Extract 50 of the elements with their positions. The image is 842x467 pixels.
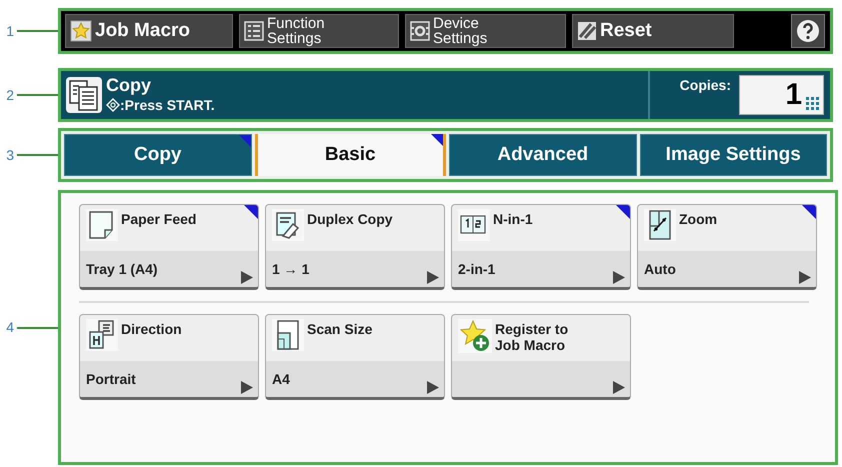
scan-area-icon — [272, 319, 304, 351]
leader-line — [17, 326, 58, 328]
play-arrow-icon — [798, 270, 812, 284]
setting-tile[interactable]: Direction Portrait — [79, 314, 259, 400]
slash-icon — [577, 21, 597, 41]
play-arrow-icon — [240, 270, 254, 284]
toolbar-button[interactable]: Function Settings — [239, 14, 399, 48]
play-arrow-icon — [612, 380, 626, 394]
list-icon — [244, 21, 264, 41]
setting-tile[interactable]: Scan Size A4 — [265, 314, 445, 400]
toolbar-button[interactable]: Job Macro — [65, 14, 233, 48]
gear-icon — [410, 21, 430, 41]
direction-icon — [86, 319, 118, 351]
leader-line — [17, 154, 58, 156]
status-message: :Press START. — [120, 96, 215, 114]
copy-icon — [65, 76, 103, 114]
setting-tile[interactable]: Paper Feed Tray 1 (A4) — [79, 204, 259, 290]
toolbar-button[interactable]: Reset — [572, 14, 734, 48]
help-icon — [796, 19, 820, 43]
star-plus-icon — [458, 319, 492, 353]
setting-tile[interactable]: Duplex Copy 1 → 1 — [265, 204, 445, 290]
tab[interactable]: Basic — [254, 134, 446, 176]
setting-tile[interactable]: Register to Job Macro — [451, 314, 631, 400]
copies-field[interactable]: 1 — [739, 75, 824, 115]
keypad-icon — [806, 97, 820, 111]
tab[interactable]: Advanced — [449, 134, 636, 176]
toolbar-button[interactable]: Device Settings — [405, 14, 566, 48]
callout-number: 3 — [5, 146, 14, 164]
setting-tile[interactable]: Zoom Auto — [637, 204, 817, 290]
duplex-icon — [272, 209, 304, 241]
play-arrow-icon — [426, 270, 440, 284]
tab[interactable]: Copy — [64, 134, 252, 176]
status-title: Copy — [106, 74, 152, 94]
leader-line — [17, 30, 58, 32]
callout-number: 4 — [5, 318, 14, 337]
callout-number: 2 — [5, 86, 14, 104]
play-arrow-icon — [612, 270, 626, 284]
page-icon — [86, 209, 118, 241]
zoom-icon — [644, 209, 676, 241]
star-icon — [70, 20, 92, 42]
play-arrow-icon — [240, 380, 254, 394]
start-icon — [106, 98, 120, 112]
tab[interactable]: Image Settings — [640, 134, 827, 176]
two-pages-icon — [458, 209, 490, 241]
setting-tile[interactable]: N-in-1 2-in-1 — [451, 204, 631, 290]
play-arrow-icon — [426, 380, 440, 394]
copies-label: Copies: — [680, 76, 731, 95]
callout-number: 1 — [5, 22, 14, 40]
leader-line — [17, 94, 58, 96]
help-button[interactable] — [791, 14, 825, 48]
